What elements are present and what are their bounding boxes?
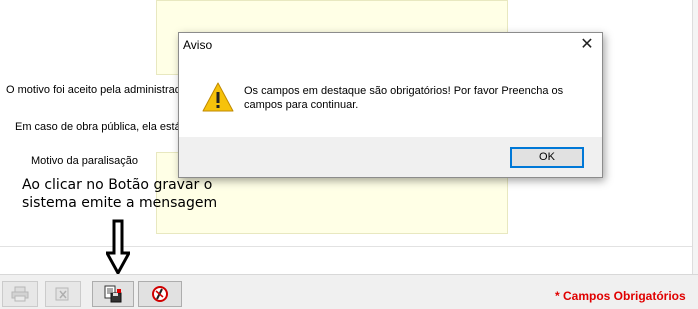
annotation-line-2: sistema emite a mensagem (22, 195, 218, 211)
required-fields-note: * Campos Obrigatórios (555, 289, 686, 303)
annotation-line-1: Ao clicar no Botão gravar o (22, 177, 213, 193)
bottom-toolbar: * Campos Obrigatórios (0, 274, 698, 309)
close-icon[interactable]: ✕ (578, 36, 596, 54)
warning-icon (202, 82, 234, 112)
ok-button[interactable]: OK (510, 147, 584, 168)
dialog-message: Os campos em destaque são obrigatórios! … (244, 85, 564, 111)
save-icon (104, 285, 122, 303)
print-icon (11, 286, 29, 302)
dialog-title: Aviso (183, 38, 213, 52)
clear-icon (55, 287, 69, 301)
cancel-button[interactable] (138, 281, 182, 307)
save-button[interactable] (92, 281, 134, 307)
dialog-footer: OK (179, 137, 602, 177)
label-obra-publica: Em caso de obra pública, ela está (15, 121, 181, 133)
clear-button[interactable] (45, 281, 81, 307)
warning-dialog: Aviso ✕ Os campos em destaque são obriga… (178, 32, 603, 178)
cancel-icon (152, 286, 168, 302)
down-arrow-icon (106, 219, 130, 275)
label-motivo-aceito: O motivo foi aceito pela administrad (6, 84, 181, 96)
print-button[interactable] (2, 281, 38, 307)
right-scroll-edge (692, 0, 698, 274)
field-divider (0, 246, 698, 247)
annotation-text: Ao clicar no Botão gravar o sistema emit… (22, 176, 217, 212)
label-motivo-paralisacao: Motivo da paralisação (31, 155, 139, 167)
